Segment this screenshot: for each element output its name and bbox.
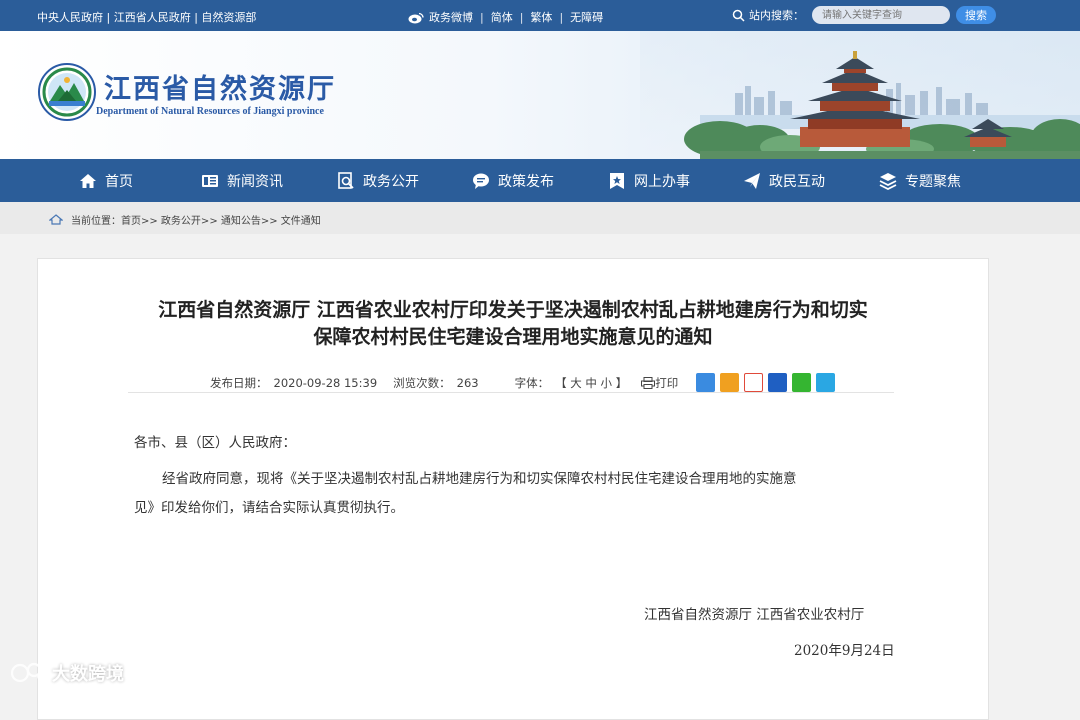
weibo-link[interactable]: 政务微博: [429, 9, 473, 25]
site-title[interactable]: 江西省自然资源厅: [104, 67, 336, 106]
printer-icon[interactable]: [641, 376, 656, 389]
main-nav: 首页 新闻资讯 政务公开 政策发布 网上办事 政民互动 专题聚焦: [0, 159, 1080, 202]
nav-item-policy[interactable]: 政策发布: [472, 159, 554, 202]
simplified-link[interactable]: 简体: [491, 9, 513, 25]
search-icon: [732, 9, 745, 22]
chat-bubble-icon: [473, 173, 489, 189]
meta-divider: [128, 392, 894, 393]
views-label: 浏览次数：: [393, 375, 451, 390]
document-search-icon: [338, 171, 354, 189]
nav-item-special-topics[interactable]: 专题聚焦: [879, 159, 961, 202]
weibo-icon: [408, 12, 424, 24]
nav-label: 政策发布: [498, 173, 554, 190]
traditional-link[interactable]: 繁体: [530, 9, 552, 25]
nav-label: 新闻资讯: [227, 173, 283, 190]
share-weibo-icon[interactable]: [744, 373, 764, 392]
share-wechat-icon[interactable]: [792, 373, 812, 392]
share-renren-icon[interactable]: [768, 373, 788, 392]
nav-label: 首页: [105, 173, 133, 190]
search-button[interactable]: 搜索: [956, 6, 996, 24]
home-icon: [80, 173, 96, 188]
breadcrumb-home-icon: [49, 214, 63, 225]
salutation: 各市、县（区）人民政府：: [134, 435, 296, 451]
nav-item-news[interactable]: 新闻资讯: [201, 159, 283, 202]
date-value: 2020-09-28 15:39: [273, 375, 378, 390]
news-icon: [202, 174, 218, 187]
nav-item-interaction[interactable]: 政民互动: [743, 159, 825, 202]
font-size-options[interactable]: 【 大 中 小 】: [555, 375, 627, 391]
signature-date: 2020年9月24日: [794, 643, 895, 659]
share-buttons: [696, 373, 840, 392]
search-label: 站内搜索：: [749, 9, 804, 22]
divider: |: [559, 10, 564, 24]
bookmark-star-icon: [610, 172, 624, 189]
site-banner: 江西省自然资源厅 Department of Natural Resources…: [0, 31, 1080, 159]
gov-links[interactable]: 中央人民政府 | 江西省人民政府 | 自然资源部: [37, 9, 256, 25]
layers-icon: [879, 172, 897, 190]
font-size-label: 字体：: [514, 375, 550, 390]
share-qzone-icon[interactable]: [720, 373, 740, 392]
breadcrumb: 当前位置：首页>> 政务公开>> 通知公告>> 文件通知: [0, 202, 1080, 234]
print-link[interactable]: 打印: [655, 375, 678, 391]
paper-plane-icon: [744, 172, 760, 189]
article-card: 江西省自然资源厅 江西省农业农村厅印发关于坚决遏制农村乱占耕地建房行为和切实 保…: [37, 258, 989, 720]
nav-item-gov-affairs[interactable]: 政务公开: [337, 159, 419, 202]
body-paragraph-line1: 经省政府同意，现将《关于坚决遏制农村乱占耕地建房行为和切实保障农村村民住宅建设合…: [162, 471, 797, 487]
nav-label: 政务公开: [363, 173, 419, 190]
share-more-icon[interactable]: [696, 373, 716, 392]
nav-item-home[interactable]: 首页: [79, 159, 133, 202]
share-edit-icon[interactable]: [816, 373, 836, 392]
tengwang-pavilion-illustration: [640, 31, 1080, 159]
article-meta: 发布日期： 2020-09-28 15:39 浏览次数： 263 字体： 【 大…: [210, 373, 840, 392]
site-subtitle: Department of Natural Resources of Jiang…: [96, 106, 324, 117]
divider: |: [480, 10, 484, 24]
nav-label: 专题聚焦: [905, 173, 961, 190]
article-title-line2: 保障农村村民住宅建设合理用地实施意见的通知: [313, 326, 713, 348]
nav-label: 网上办事: [634, 173, 690, 190]
watermark-logo-icon: [10, 662, 47, 683]
department-emblem-icon[interactable]: [38, 63, 96, 121]
date-label: 发布日期：: [210, 375, 268, 390]
search-input[interactable]: [812, 6, 950, 24]
divider: |: [519, 10, 524, 24]
watermark: 大数跨境: [10, 660, 124, 686]
utility-links: 政务微博 | 简体 | 繁体 | 无障碍: [408, 9, 603, 25]
nav-item-online-service[interactable]: 网上办事: [608, 159, 690, 202]
article-title-line1: 江西省自然资源厅 江西省农业农村厅印发关于坚决遏制农村乱占耕地建房行为和切实: [158, 299, 868, 321]
breadcrumb-text[interactable]: 当前位置：首页>> 政务公开>> 通知公告>> 文件通知: [71, 212, 321, 227]
watermark-text: 大数跨境: [52, 664, 124, 685]
body-paragraph-line2: 见》印发给你们，请结合实际认真贯彻执行。: [134, 500, 404, 516]
site-search: 站内搜索： 搜索: [732, 6, 996, 24]
views-value: 263: [456, 375, 479, 390]
accessibility-link[interactable]: 无障碍: [570, 9, 603, 25]
nav-label: 政民互动: [769, 173, 825, 190]
signature: 江西省自然资源厅 江西省农业农村厅: [644, 607, 865, 623]
top-utility-bar: 中央人民政府 | 江西省人民政府 | 自然资源部 政务微博 | 简体 | 繁体 …: [0, 0, 1080, 31]
